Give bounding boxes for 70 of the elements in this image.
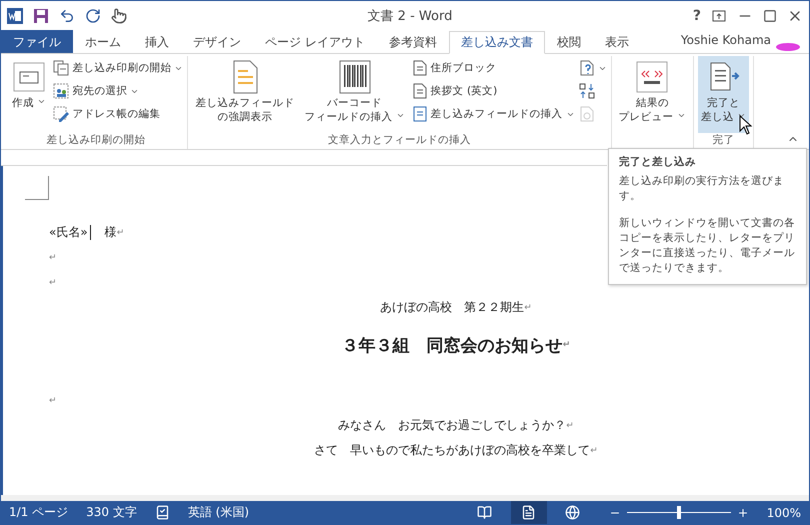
refresh-document-icon bbox=[578, 106, 595, 122]
window-title: 文書 2 - Word bbox=[366, 8, 454, 25]
paragraph-mark: ↵ bbox=[116, 228, 124, 238]
tooltip-text: 新しいウィンドウを開いて文書の各コピーを表示したり、レターをプリンターに直接送ったり、電子メールで送ったりできます。 bbox=[619, 216, 796, 276]
document-icon bbox=[412, 60, 428, 76]
ribbon-button[interactable]: 挨拶文 (英文) bbox=[412, 81, 575, 101]
ribbon-button[interactable]: 宛先の選択 bbox=[53, 81, 184, 101]
paragraph-mark: ↵ bbox=[590, 446, 598, 456]
proofing-icon[interactable] bbox=[154, 505, 170, 520]
ribbon-button[interactable]: 完了と 差し込 bbox=[698, 56, 750, 133]
ribbon-button[interactable]: アドレス帳の編集 bbox=[53, 104, 184, 124]
paragraph-mark: ↵ bbox=[49, 252, 57, 262]
ribbon-button[interactable]: バーコード フィールドの挿入 bbox=[301, 56, 408, 133]
ribbon-button[interactable]: 結果の プレビュー bbox=[616, 56, 690, 133]
paragraph-mark: ↵ bbox=[566, 420, 574, 430]
icon-button[interactable] bbox=[578, 58, 607, 78]
heading-text: ３年３組 同窓会のお知らせ bbox=[342, 334, 563, 356]
file-tab[interactable]: ファイル bbox=[1, 30, 73, 53]
language-status[interactable]: 英語 (米国) bbox=[188, 504, 449, 521]
touch-mode-icon[interactable] bbox=[111, 8, 127, 24]
book-icon bbox=[477, 505, 492, 520]
documents-icon bbox=[53, 60, 70, 76]
people-icon bbox=[53, 83, 70, 99]
ribbon-display-icon bbox=[711, 8, 727, 24]
tooltip-text: 差し込み印刷の実行方法を選びます。 bbox=[619, 174, 785, 204]
envelope-icon bbox=[12, 61, 46, 93]
group-label: 差し込み印刷の開始 bbox=[46, 133, 147, 148]
margin-corner-mark bbox=[25, 176, 49, 200]
page-icon bbox=[521, 505, 536, 520]
question-document-icon bbox=[578, 60, 595, 76]
pencil-icon bbox=[53, 106, 70, 122]
print-view-button[interactable] bbox=[510, 501, 547, 524]
ribbon-button[interactable]: 差し込みフィールド の強調表示 bbox=[192, 56, 298, 133]
barcode-icon bbox=[338, 60, 371, 94]
ribbon-button[interactable]: 差し込みフィールドの挿入 bbox=[412, 104, 575, 124]
document-icon bbox=[412, 83, 428, 99]
document-icon bbox=[412, 106, 428, 122]
preview-icon bbox=[636, 61, 668, 93]
zoom-in-icon[interactable] bbox=[736, 506, 749, 518]
paragraph-mark: ↵ bbox=[524, 302, 532, 312]
ribbon-button[interactable]: 住所ブロック bbox=[412, 58, 575, 78]
globe-icon bbox=[565, 505, 580, 520]
user-avatar-icon bbox=[775, 41, 801, 53]
paragraph-mark: ↵ bbox=[49, 278, 57, 288]
swap-icon bbox=[578, 83, 595, 99]
mouse-pointer-icon bbox=[739, 115, 754, 135]
paragraph-mark: ↵ bbox=[49, 396, 57, 406]
tooltip-title: 完了と差し込み bbox=[619, 155, 697, 170]
word-count[interactable]: 330 文字 bbox=[86, 504, 137, 521]
save-icon bbox=[33, 8, 49, 24]
paragraph-mark: ↵ bbox=[562, 340, 570, 350]
ribbon-tab[interactable]: 差し込み文書 bbox=[448, 31, 545, 54]
ribbon-button[interactable]: 差し込み印刷の開始 bbox=[53, 58, 184, 78]
paragraph-text: みなさん お元気でお過ごしでしょうか？ bbox=[338, 417, 566, 434]
merge-field: «氏名» bbox=[49, 224, 88, 241]
word-logo-icon bbox=[7, 8, 23, 24]
zoom-percent[interactable]: 100% bbox=[766, 506, 801, 520]
zoom-thumb[interactable] bbox=[676, 506, 681, 519]
ribbon-button[interactable]: 作成 bbox=[9, 56, 50, 133]
page-count[interactable]: 1/1 ページ bbox=[9, 504, 68, 521]
paragraph-text: あけぼの高校 第２２期生 bbox=[380, 299, 524, 316]
help-button[interactable]: ? bbox=[692, 8, 701, 24]
group-label: 完了 bbox=[712, 133, 736, 148]
group-label: 文章入力とフィールドの挿入 bbox=[327, 133, 472, 148]
paragraph-text: 様 bbox=[104, 224, 117, 241]
undo-icon[interactable] bbox=[59, 8, 75, 24]
user-name[interactable]: Yoshie Kohama bbox=[676, 33, 775, 51]
paragraph-text: さて 早いもので私たちがあけぼの高校を卒業して bbox=[314, 442, 590, 459]
redo-icon[interactable] bbox=[85, 8, 101, 24]
maximize-icon[interactable] bbox=[763, 9, 777, 23]
